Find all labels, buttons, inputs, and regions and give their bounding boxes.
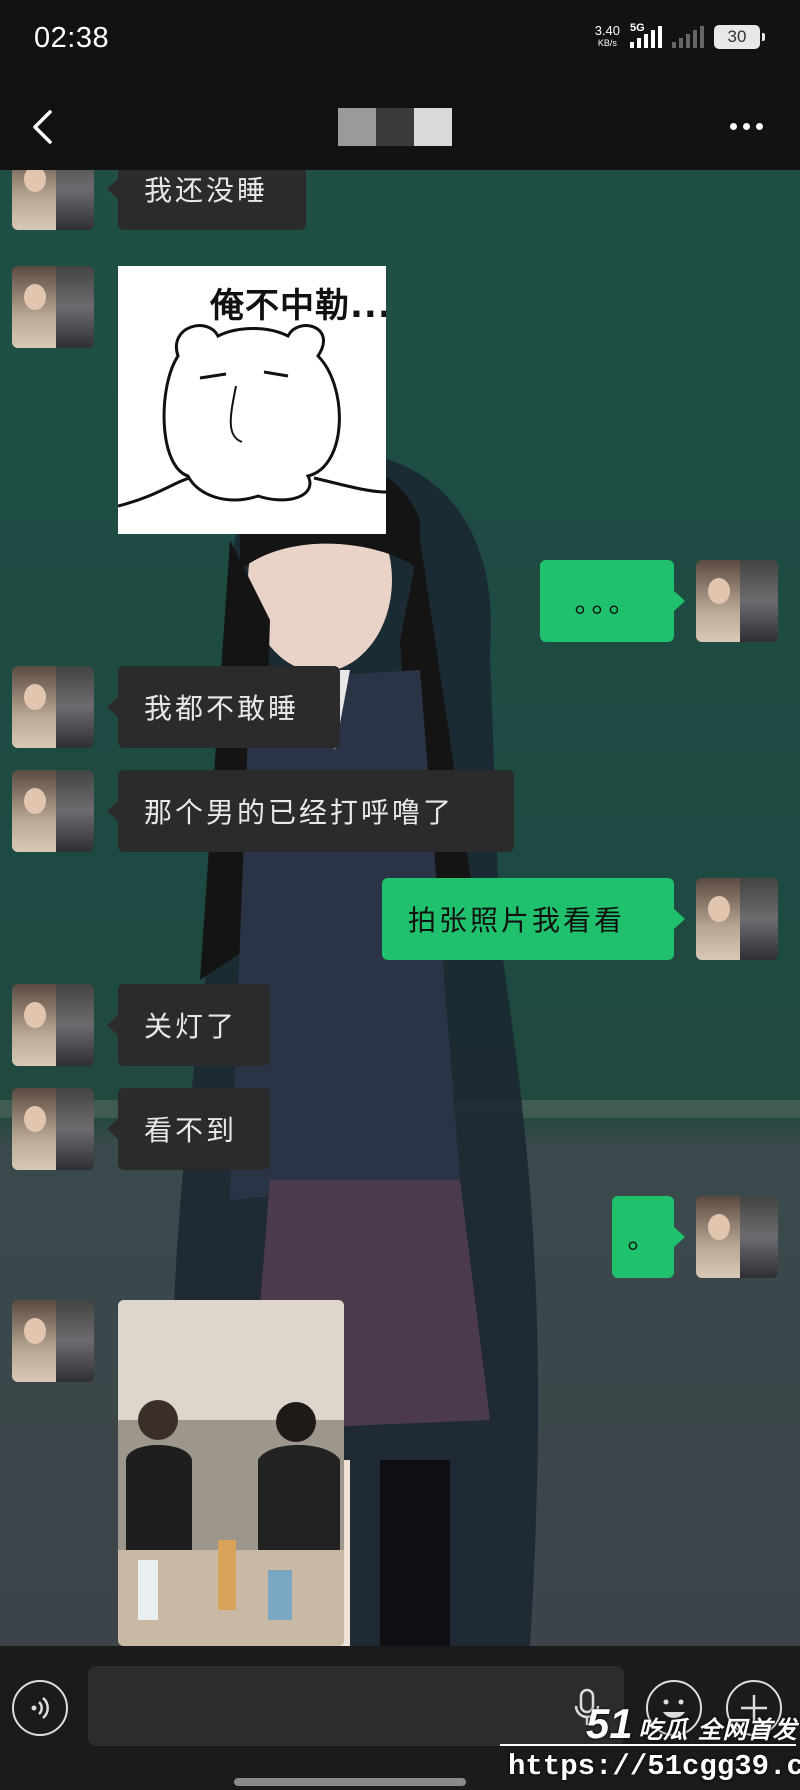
status-bar: 02:38 3.40 KB/s 5G 30 <box>0 0 800 82</box>
signal-secondary-icon <box>672 26 704 48</box>
status-indicators: 3.40 KB/s 5G 30 <box>595 22 765 50</box>
watermark-logo-number: 51 <box>586 1700 633 1747</box>
contact-avatar[interactable] <box>12 266 94 348</box>
watermark-logo-text: 吃瓜 全网首发 <box>638 1716 798 1744</box>
more-options-button[interactable] <box>716 104 776 148</box>
message-bubble[interactable]: 那个男的已经打呼噜了 <box>107 770 514 852</box>
photo-thumbnail[interactable] <box>118 1300 344 1646</box>
chat-title-redacted <box>338 108 452 146</box>
contact-avatar[interactable] <box>12 770 94 852</box>
message-bubble[interactable]: 。 <box>612 1196 685 1278</box>
voice-icon <box>31 1697 49 1719</box>
message-bubble[interactable]: 我还没睡 <box>107 170 306 230</box>
photo-people-image <box>118 1300 344 1646</box>
network-speed-value: 3.40 <box>594 23 620 38</box>
watermark-logo: 51 吃瓜 全网首发 <box>586 1700 798 1748</box>
chat-background[interactable]: 我还没睡 俺不中勒... 。。。 我都不敢睡 那个男的已经打呼噜了 拍张照片我看… <box>0 170 800 1646</box>
contact-avatar[interactable] <box>12 1300 94 1382</box>
message-bubble[interactable]: 我都不敢睡 <box>107 666 340 748</box>
message-bubble[interactable]: 关灯了 <box>107 984 270 1066</box>
chat-header <box>0 82 800 170</box>
contact-avatar[interactable] <box>12 984 94 1066</box>
battery-level: 30 <box>727 27 747 46</box>
home-indicator[interactable] <box>234 1778 466 1786</box>
message-bubble[interactable]: 。。。 <box>540 560 685 642</box>
voice-input-button[interactable] <box>12 1680 68 1736</box>
battery-icon: 30 <box>714 25 765 49</box>
network-speed: 3.40 KB/s <box>595 24 620 50</box>
status-time: 02:38 <box>34 22 110 54</box>
bear-face-sticker-drawing <box>118 324 386 508</box>
my-avatar[interactable] <box>696 560 778 642</box>
contact-avatar[interactable] <box>12 1088 94 1170</box>
network-speed-unit: KB/s <box>597 38 617 48</box>
watermark-url: https://51cgg39.com <box>508 1750 800 1783</box>
message-input[interactable] <box>88 1666 624 1746</box>
signal-5g-icon: 5G <box>630 22 662 48</box>
my-avatar[interactable] <box>696 1196 778 1278</box>
sticker-image[interactable]: 俺不中勒... <box>118 266 386 534</box>
my-avatar[interactable] <box>696 878 778 960</box>
back-button[interactable] <box>18 102 68 152</box>
chevron-left-icon <box>33 110 52 144</box>
watermark-divider <box>500 1744 796 1746</box>
more-dots-icon <box>729 122 737 130</box>
contact-avatar[interactable] <box>12 170 94 230</box>
message-bubble[interactable]: 看不到 <box>107 1088 270 1170</box>
message-bubble[interactable]: 拍张照片我看看 <box>382 878 685 960</box>
network-type-label: 5G <box>630 22 645 34</box>
contact-avatar[interactable] <box>12 666 94 748</box>
